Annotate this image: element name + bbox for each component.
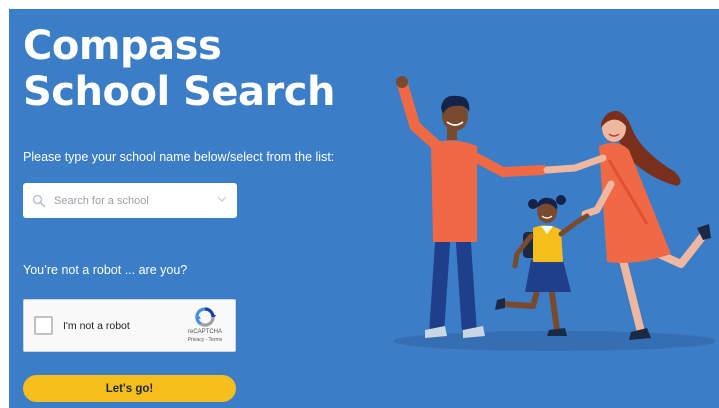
page-title: Compass School Search bbox=[23, 23, 335, 115]
lets-go-button[interactable]: Let's go! bbox=[23, 375, 236, 402]
chevron-down-icon[interactable] bbox=[217, 195, 227, 203]
hero-panel: Compass School Search Please type your s… bbox=[9, 9, 719, 408]
title-line-1: Compass bbox=[23, 23, 222, 69]
recaptcha-terms[interactable]: Privacy - Terms bbox=[180, 337, 230, 343]
recaptcha-widget: I'm not a robot reCAPTCHA Privacy - Term… bbox=[23, 299, 236, 352]
school-search-select[interactable] bbox=[23, 183, 237, 218]
recaptcha-checkbox[interactable] bbox=[34, 316, 53, 335]
search-input[interactable] bbox=[54, 194, 214, 207]
recaptcha-label: I'm not a robot bbox=[63, 320, 130, 332]
recaptcha-logo-icon bbox=[195, 307, 216, 327]
family-illustration bbox=[393, 76, 715, 351]
title-line-2: School Search bbox=[23, 69, 335, 115]
search-prompt: Please type your school name below/selec… bbox=[23, 150, 335, 164]
search-icon bbox=[32, 194, 46, 207]
robot-question: You’re not a robot ... are you? bbox=[23, 263, 188, 277]
recaptcha-brand: reCAPTCHA bbox=[187, 329, 222, 335]
